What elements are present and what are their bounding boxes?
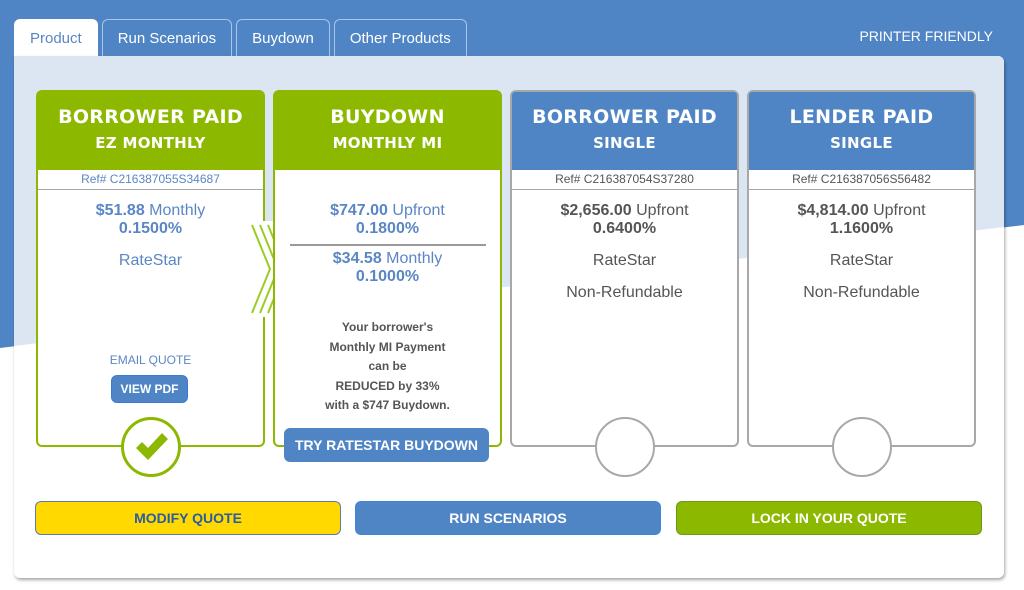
upfront-rate: 0.1800% <box>355 220 420 237</box>
try-ratestar-buydown-button[interactable]: TRY RATESTAR BUYDOWN <box>284 428 489 462</box>
upfront-amount: $747.00 Upfront <box>275 202 500 220</box>
card-borrower-paid-ez-monthly: BORROWER PAID EZ MONTHLY Ref# C216387055… <box>36 90 265 477</box>
premium-rate: 0.6400% <box>592 220 657 237</box>
amount-type: Upfront <box>636 202 689 219</box>
card-body: $2,656.00 Upfront 0.6400% RateStar Non-R… <box>512 190 737 302</box>
refund-type: Non-Refundable <box>803 284 920 301</box>
reference-number: Ref# C216387056S56482 <box>749 170 974 190</box>
lock-in-quote-button[interactable]: LOCK IN YOUR QUOTE <box>676 501 982 535</box>
card-header: BORROWER PAID SINGLE <box>512 92 737 170</box>
checkmark-icon <box>135 433 168 460</box>
amount-type: Upfront <box>392 202 445 219</box>
refund-type: Non-Refundable <box>566 284 683 301</box>
card-title: BORROWER PAID <box>532 106 717 128</box>
amount-value: $747.00 <box>330 202 388 219</box>
card-buydown-monthly-mi: BUYDOWN MONTHLY MI $747.00 Upfront 0.180… <box>273 90 502 447</box>
amount-value: $2,656.00 <box>560 202 632 219</box>
reference-number: Ref# C216387055S34687 <box>38 170 263 190</box>
modify-quote-button[interactable]: MODIFY QUOTE <box>35 501 341 535</box>
card-borrower-paid-single: BORROWER PAID SINGLE Ref# C216387054S372… <box>510 90 739 477</box>
product-panel: BORROWER PAID EZ MONTHLY Ref# C216387055… <box>14 56 1004 578</box>
tab-run-scenarios[interactable]: Run Scenarios <box>101 19 233 57</box>
tab-other-products[interactable]: Other Products <box>333 19 467 57</box>
tab-buydown[interactable]: Buydown <box>236 19 330 57</box>
select-option-checked[interactable] <box>120 417 181 477</box>
amount-value: $4,814.00 <box>797 202 869 219</box>
promo-line: with a $747 Buydown. <box>325 398 450 412</box>
card-title: BUYDOWN <box>330 106 445 128</box>
card-subtitle: EZ MONTHLY <box>95 134 206 152</box>
amount-type: Monthly <box>386 250 443 267</box>
card-subtitle: MONTHLY MI <box>332 134 443 152</box>
promo-line: REDUCED by 33% <box>335 378 440 393</box>
monthly-amount: $34.58 Monthly <box>275 250 500 268</box>
card-body: $51.88 Monthly 0.1500% RateStar <box>38 190 263 270</box>
card-title: LENDER PAID <box>789 106 934 128</box>
plan-name: RateStar <box>592 252 657 269</box>
card-body: $747.00 Upfront 0.1800% $34.58 Monthly 0… <box>275 190 500 416</box>
amount-value: $34.58 <box>332 250 382 267</box>
premium-rate: 0.1500% <box>118 220 183 237</box>
select-option-radio[interactable] <box>831 417 892 477</box>
premium-amount: $4,814.00 Upfront <box>749 202 974 220</box>
amount-value: $51.88 <box>95 202 145 219</box>
premium-amount: $51.88 Monthly <box>38 202 263 220</box>
plan-name: RateStar <box>118 252 183 269</box>
tab-bar: Product Run Scenarios Buydown Other Prod… <box>14 19 467 57</box>
amount-type: Upfront <box>873 202 926 219</box>
card-title: BORROWER PAID <box>58 106 243 128</box>
promo-line: Monthly MI Payment <box>329 339 446 354</box>
divider <box>289 244 486 246</box>
card-lender-paid-single: LENDER PAID SINGLE Ref# C216387056S56482… <box>747 90 976 477</box>
amount-type: Monthly <box>149 202 206 219</box>
select-option-radio[interactable] <box>594 417 655 477</box>
reference-number-empty <box>275 170 500 190</box>
view-pdf-button[interactable]: VIEW PDF <box>111 375 188 403</box>
premium-rate: 1.1600% <box>829 220 894 237</box>
printer-friendly-link[interactable]: PRINTER FRIENDLY <box>859 28 993 44</box>
monthly-rate: 0.1000% <box>355 268 420 285</box>
card-header: BORROWER PAID EZ MONTHLY <box>38 92 263 170</box>
reference-number: Ref# C216387054S37280 <box>512 170 737 190</box>
email-quote-link[interactable]: EMAIL QUOTE <box>38 353 263 367</box>
card-header: LENDER PAID SINGLE <box>749 92 974 170</box>
card-subtitle: SINGLE <box>830 134 893 152</box>
tab-product[interactable]: Product <box>14 19 98 57</box>
plan-name: RateStar <box>829 252 894 269</box>
card-subtitle: SINGLE <box>593 134 656 152</box>
promo-line: can be <box>368 359 407 373</box>
card-header: BUYDOWN MONTHLY MI <box>275 92 500 170</box>
promo-line: Your borrower's <box>341 320 434 334</box>
premium-amount: $2,656.00 Upfront <box>512 202 737 220</box>
card-body: $4,814.00 Upfront 1.1600% RateStar Non-R… <box>749 190 974 302</box>
buydown-promo-text: Your borrower's Monthly MI Payment can b… <box>275 318 500 416</box>
run-scenarios-button[interactable]: RUN SCENARIOS <box>355 501 661 535</box>
